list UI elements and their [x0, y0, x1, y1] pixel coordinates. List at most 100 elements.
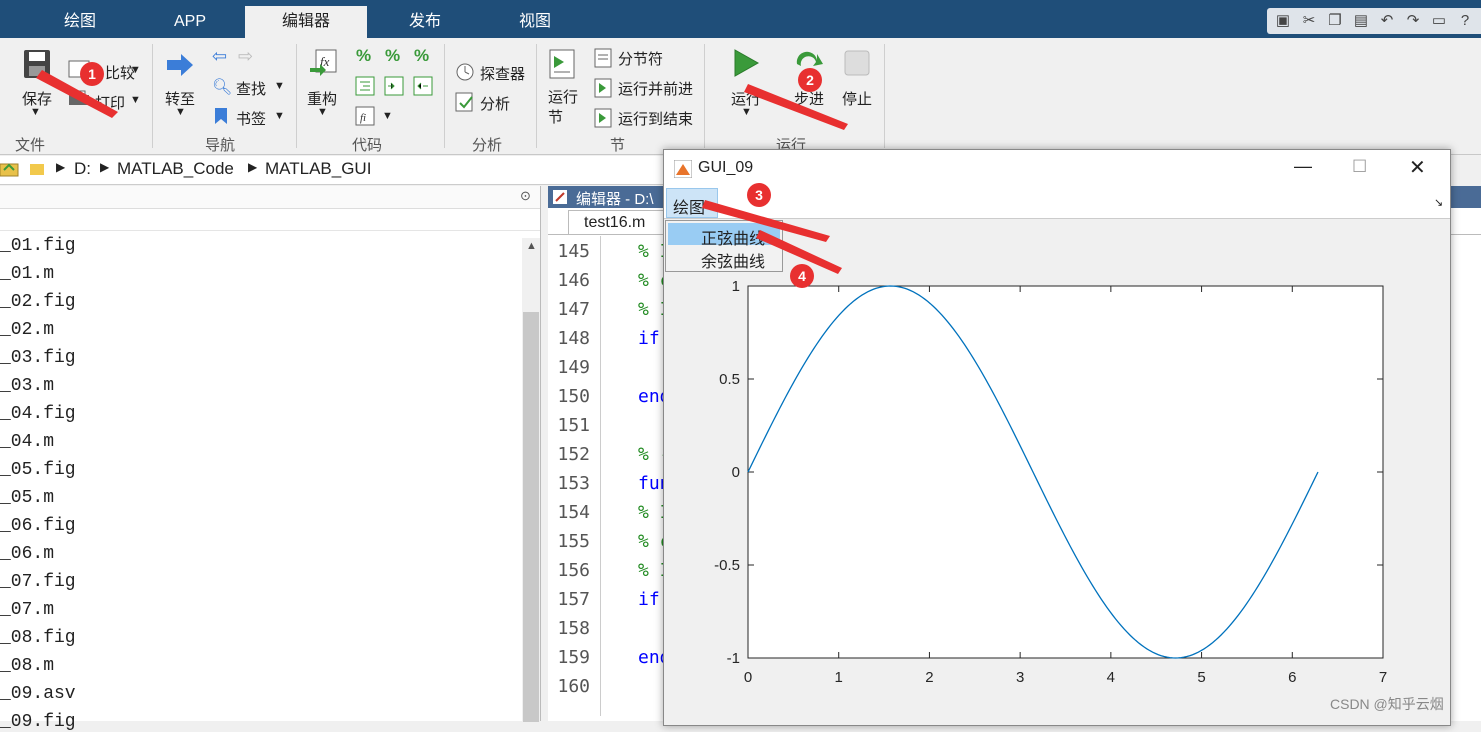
- redo-icon[interactable]: ↷: [1403, 11, 1423, 31]
- breadcrumb-folder[interactable]: MATLAB_GUI: [265, 159, 371, 179]
- paste-icon[interactable]: ▤: [1351, 11, 1371, 31]
- refactor-icon[interactable]: fx: [308, 48, 338, 80]
- file-item[interactable]: _04.fig: [0, 404, 76, 424]
- comment-icon[interactable]: %: [356, 46, 371, 66]
- dock-icon[interactable]: ↘: [1434, 196, 1443, 209]
- tab-view[interactable]: 视图: [495, 6, 575, 38]
- stop-icon[interactable]: [844, 50, 870, 76]
- profiler-button[interactable]: 探查器: [480, 63, 525, 84]
- minimize-icon[interactable]: —: [1294, 156, 1312, 177]
- copy-icon[interactable]: ❐: [1325, 11, 1345, 31]
- print-button[interactable]: 打印: [95, 92, 125, 113]
- run-to-end-icon[interactable]: [594, 108, 612, 128]
- editor-tab[interactable]: test16.m: [568, 210, 670, 235]
- section-break-button[interactable]: 分节符: [618, 48, 663, 69]
- scrollbar[interactable]: ▲: [522, 238, 540, 722]
- menu-plot[interactable]: 绘图: [666, 188, 718, 218]
- plot-axes[interactable]: 0 1 2 3 4 5 6 7 1 0.5 0 -0.5 -1: [700, 276, 1410, 696]
- file-item[interactable]: _05.fig: [0, 460, 76, 480]
- smart-indent-icon[interactable]: [355, 76, 375, 96]
- wrap-comment-icon[interactable]: %: [414, 46, 429, 66]
- chevron-down-icon[interactable]: ▼: [274, 110, 285, 122]
- address-bar[interactable]: ▶ D: ▶ MATLAB_Code ▶ MATLAB_GUI: [0, 156, 664, 185]
- bookmark-button[interactable]: 书签: [236, 108, 266, 129]
- file-item[interactable]: _09.asv: [0, 684, 76, 704]
- breadcrumb-separator: ▶: [100, 160, 110, 174]
- menu-item-cosine-label[interactable]: 余弦曲线: [701, 248, 765, 272]
- code-line[interactable]: if: [638, 589, 660, 610]
- tab-plots[interactable]: 绘图: [40, 6, 120, 38]
- file-item[interactable]: _04.m: [0, 432, 54, 452]
- close-icon[interactable]: ✕: [1409, 155, 1426, 180]
- chevron-down-icon[interactable]: ▼: [30, 106, 41, 118]
- editor-tab-label[interactable]: test16.m: [584, 214, 645, 232]
- stop-button[interactable]: 停止: [842, 88, 872, 109]
- file-item[interactable]: _05.m: [0, 488, 54, 508]
- indent-icon[interactable]: [384, 76, 404, 96]
- panel-menu-icon[interactable]: ⊙: [520, 188, 531, 204]
- run-advance-button[interactable]: 运行并前进: [618, 78, 693, 99]
- run-to-end-button[interactable]: 运行到结束: [618, 108, 693, 129]
- chevron-down-icon[interactable]: ▼: [130, 94, 141, 106]
- file-item[interactable]: _02.m: [0, 320, 54, 340]
- scrollbar-thumb[interactable]: [523, 312, 539, 722]
- find-button[interactable]: 查找: [236, 78, 266, 99]
- file-item[interactable]: _02.fig: [0, 292, 76, 312]
- tab-editor[interactable]: 编辑器: [245, 6, 367, 38]
- save-icon[interactable]: ▣: [1273, 11, 1293, 31]
- back-icon[interactable]: ⇦: [212, 46, 227, 67]
- help-icon[interactable]: ?: [1455, 11, 1475, 31]
- file-item[interactable]: _08.m: [0, 656, 54, 676]
- undo-icon[interactable]: ↶: [1377, 11, 1397, 31]
- chevron-down-icon[interactable]: ▼: [317, 106, 328, 118]
- chevron-down-icon[interactable]: ▼: [130, 64, 141, 76]
- menu-plot-label[interactable]: 绘图: [673, 194, 705, 218]
- chevron-down-icon[interactable]: ▼: [382, 110, 393, 122]
- function-icon[interactable]: fi: [355, 106, 375, 126]
- file-item[interactable]: _07.m: [0, 600, 54, 620]
- file-item[interactable]: _01.fig: [0, 236, 76, 256]
- run-icon[interactable]: [732, 48, 760, 78]
- forward-icon[interactable]: ⇨: [238, 46, 253, 67]
- chevron-down-icon[interactable]: ▼: [175, 106, 186, 118]
- section-break-icon[interactable]: [594, 48, 612, 68]
- uncomment-icon[interactable]: %: [385, 46, 400, 66]
- menu-item-cosine[interactable]: 余弦曲线: [668, 247, 780, 272]
- chevron-down-icon[interactable]: ▼: [741, 106, 752, 118]
- menu-item-sine-label[interactable]: 正弦曲线: [701, 225, 765, 249]
- scroll-up-icon[interactable]: ▲: [526, 240, 537, 252]
- breadcrumb-drive[interactable]: D:: [74, 159, 91, 179]
- file-item[interactable]: _01.m: [0, 264, 54, 284]
- search-icon[interactable]: 🔍︎: [212, 77, 232, 97]
- run-advance-icon[interactable]: [594, 78, 612, 98]
- print-icon[interactable]: [68, 90, 90, 108]
- file-item[interactable]: _03.m: [0, 376, 54, 396]
- run-section-icon[interactable]: [548, 48, 576, 80]
- file-item[interactable]: _07.fig: [0, 572, 76, 592]
- menu-item-sine[interactable]: 正弦曲线: [668, 223, 780, 248]
- goto-icon[interactable]: [165, 52, 195, 78]
- profiler-icon[interactable]: [455, 62, 475, 82]
- up-folder-icon[interactable]: [0, 160, 20, 178]
- tab-publish[interactable]: 发布: [385, 6, 465, 38]
- maximize-icon[interactable]: ☐: [1352, 157, 1367, 177]
- file-item[interactable]: _09.fig: [0, 712, 76, 732]
- file-item[interactable]: _08.fig: [0, 628, 76, 648]
- file-item[interactable]: _06.m: [0, 544, 54, 564]
- x-tick-label: 0: [744, 669, 752, 686]
- chevron-down-icon[interactable]: ▼: [274, 80, 285, 92]
- save-icon[interactable]: [22, 48, 52, 80]
- outdent-icon[interactable]: [413, 76, 433, 96]
- bookmark-icon[interactable]: [214, 107, 228, 125]
- file-item[interactable]: _06.fig: [0, 516, 76, 536]
- column-header[interactable]: [0, 208, 540, 231]
- window-icon[interactable]: ▭: [1429, 11, 1449, 31]
- run-section-button[interactable]: 运行 节: [548, 88, 578, 128]
- analyze-icon[interactable]: [455, 92, 475, 112]
- breadcrumb-folder[interactable]: MATLAB_Code: [117, 159, 234, 179]
- code-line[interactable]: if: [638, 328, 660, 349]
- file-item[interactable]: _03.fig: [0, 348, 76, 368]
- tab-apps[interactable]: APP: [150, 6, 230, 38]
- analyze-button[interactable]: 分析: [480, 93, 510, 114]
- cut-icon[interactable]: ✂: [1299, 11, 1319, 31]
